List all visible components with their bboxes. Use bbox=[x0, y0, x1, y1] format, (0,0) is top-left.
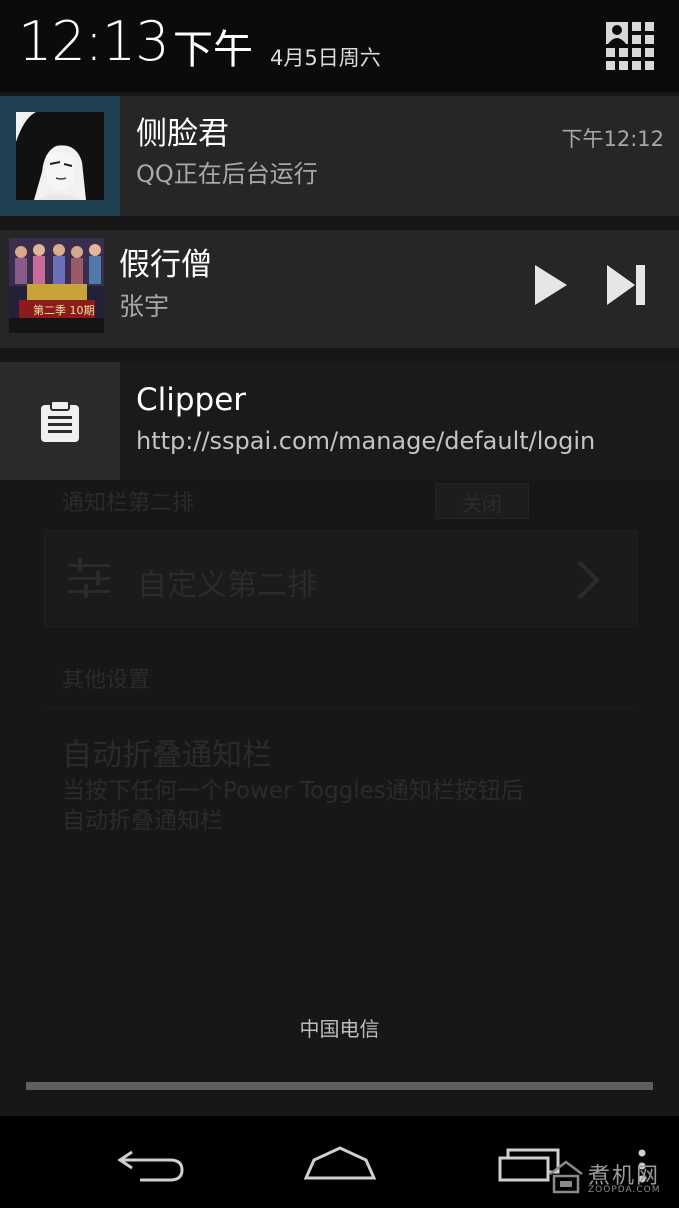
bg-customize-card bbox=[44, 530, 638, 627]
contact-avatar bbox=[16, 112, 104, 200]
music-notification[interactable] bbox=[0, 230, 679, 348]
bg-section-header: 通知栏第二排 bbox=[62, 491, 195, 516]
shade-drag-handle[interactable] bbox=[26, 1082, 653, 1090]
quick-settings-icon[interactable] bbox=[604, 20, 656, 72]
sliders-icon bbox=[68, 558, 110, 598]
chevron-right-icon bbox=[577, 560, 600, 600]
watermark-text-en: ZOOPDA.COM bbox=[588, 1185, 661, 1195]
album-art bbox=[9, 238, 104, 333]
song-title: 假行僧 bbox=[119, 247, 212, 283]
clipboard-icon bbox=[41, 400, 79, 442]
clock-date: 4月5日周六 bbox=[270, 46, 381, 70]
bg-toggle-switch: 关闭 bbox=[435, 483, 529, 519]
qq-notification-title: 侧脸君 bbox=[136, 116, 229, 152]
notification-header: 12:13 下午 4月5日周六 bbox=[0, 0, 679, 92]
watermark: 煮机网 ZOOPDA.COM bbox=[548, 1158, 673, 1198]
bg-toggle-label: 关闭 bbox=[462, 492, 502, 516]
clipper-icon-box bbox=[0, 362, 120, 480]
qq-notification-time: 下午12:12 bbox=[561, 127, 664, 151]
song-artist: 张宇 bbox=[119, 292, 170, 321]
album-label-text: 第二季 10期 bbox=[33, 304, 95, 317]
bg-option-title: 自动折叠通知栏 bbox=[62, 738, 272, 773]
avatar-illustration-icon bbox=[16, 112, 104, 200]
qq-notification-text: QQ正在后台运行 bbox=[136, 160, 318, 188]
back-icon[interactable] bbox=[110, 1138, 190, 1188]
bg-divider bbox=[44, 708, 636, 709]
bg-customize-label: 自定义第二排 bbox=[137, 568, 317, 603]
clipper-title: Clipper bbox=[136, 382, 247, 418]
clipper-text: http://sspai.com/manage/default/login bbox=[136, 427, 596, 455]
bg-other-section-header: 其他设置 bbox=[62, 668, 151, 693]
carrier-label: 中国电信 bbox=[299, 1017, 380, 1041]
clock-ampm: 下午 bbox=[173, 27, 253, 73]
clock-time: 12:13 bbox=[18, 10, 170, 73]
play-icon[interactable] bbox=[533, 265, 569, 305]
album-art-image-icon bbox=[9, 238, 104, 333]
skip-next-icon[interactable] bbox=[607, 265, 647, 305]
home-icon[interactable] bbox=[300, 1138, 380, 1188]
qq-notification[interactable] bbox=[0, 96, 679, 216]
watermark-logo-icon bbox=[549, 1160, 583, 1194]
qq-thumbnail-frame bbox=[0, 96, 120, 216]
bg-option-description: 当按下任何一个Power Toggles通知栏按钮后自动折叠通知栏 bbox=[62, 778, 524, 834]
clipper-notification[interactable] bbox=[0, 362, 679, 480]
